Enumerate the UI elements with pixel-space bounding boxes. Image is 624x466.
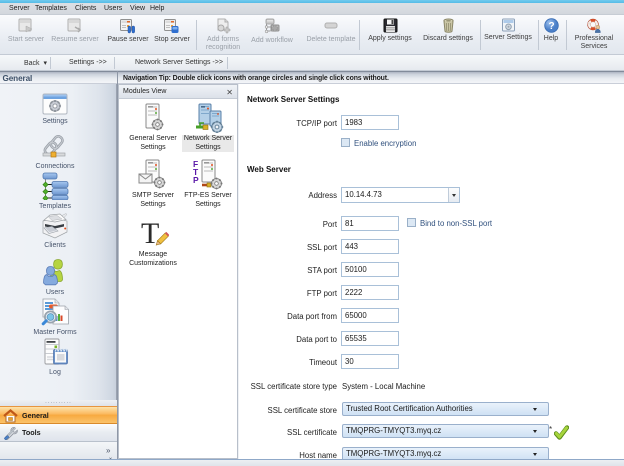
svg-text:?: ? (548, 21, 554, 32)
svg-text:P: P (193, 175, 199, 185)
